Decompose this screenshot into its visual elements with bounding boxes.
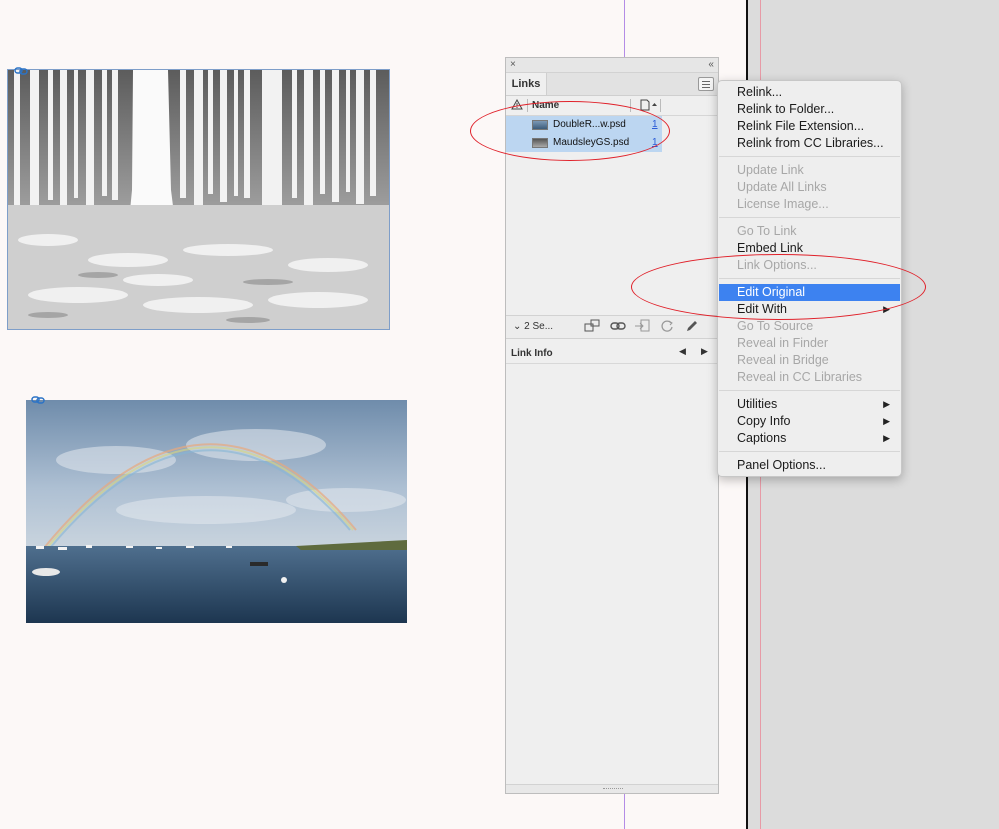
link-thumbnail [532,138,548,148]
link-file-name: DoubleR...w.psd [553,119,626,130]
menu-separator [719,156,900,157]
menu-separator [719,217,900,218]
submenu-arrow-icon: ▶ [883,433,890,443]
column-divider [630,99,631,112]
menu-separator [719,451,900,452]
menu-item-label: Update All Links [737,180,827,194]
link-page-number[interactable]: 1 [652,137,658,148]
menu-item-label: Reveal in Finder [737,336,829,350]
panel-title-bar: × ‹‹ [506,58,718,73]
menu-item-label: Update Link [737,163,804,177]
menu-item-label: Edit Original [737,285,806,299]
menu-item-relink-to-folder[interactable]: Relink to Folder... [719,101,900,118]
link-info-title: Link Info [511,348,553,359]
forest-image [8,70,389,329]
panel-tab-row: Links [506,73,718,96]
menu-item-captions[interactable]: Captions ▶ [719,430,900,447]
menu-item-label: License Image... [737,197,829,211]
menu-item-license-image: License Image... [719,196,900,213]
menu-item-label: Edit With [737,302,788,316]
menu-item-label: Reveal in CC Libraries [737,370,863,384]
panel-menu-icon[interactable] [698,77,714,91]
menu-item-relink-from-cc-libraries[interactable]: Relink from CC Libraries... [719,135,900,152]
menu-item-label: Relink... [737,85,783,99]
link-badge-icon[interactable] [14,66,28,76]
menu-item-update-all-links: Update All Links [719,179,900,196]
menu-item-label: Utilities [737,397,778,411]
panel-resize-handle[interactable] [506,784,718,793]
rainbow-image [26,400,407,623]
links-panel-context-menu: Relink... Relink to Folder... Relink Fil… [717,80,902,477]
next-link-icon[interactable]: ▶ [701,346,708,357]
menu-item-label: Relink from CC Libraries... [737,136,884,150]
edit-original-icon[interactable] [684,319,700,335]
previous-link-icon[interactable]: ◀ [679,346,686,357]
menu-item-reveal-in-bridge: Reveal in Bridge [719,352,900,369]
menu-item-go-to-source: Go To Source [719,318,900,335]
menu-item-edit-original[interactable]: Edit Original [719,284,900,301]
menu-item-embed-link[interactable]: Embed Link [719,240,900,257]
collapse-icon[interactable]: ‹‹ [708,58,714,72]
menu-item-edit-with[interactable]: Edit With ▶ [719,301,900,318]
menu-item-label: Go To Source [737,319,814,333]
page-column-icon[interactable] [640,99,658,114]
close-icon[interactable]: × [510,58,516,72]
link-info-header[interactable]: Link Info ◀ ▶ [506,343,718,364]
image-frame-forest[interactable] [7,69,390,330]
submenu-arrow-icon: ▶ [883,416,890,426]
link-file-name: MaudsleyGS.psd [553,137,630,148]
warning-icon[interactable] [511,98,523,113]
menu-item-label: Copy Info [737,414,791,428]
menu-item-label: Embed Link [737,241,804,255]
menu-item-copy-info[interactable]: Copy Info ▶ [719,413,900,430]
menu-item-utilities[interactable]: Utilities ▶ [719,396,900,413]
menu-separator [719,390,900,391]
menu-item-label: Captions [737,431,787,445]
selection-count-text: 2 Se... [524,321,554,332]
link-badge-icon[interactable] [31,395,45,405]
submenu-arrow-icon: ▶ [883,399,890,409]
column-divider [660,99,661,112]
menu-item-reveal-in-cc-libraries: Reveal in CC Libraries [719,369,900,386]
menu-item-label: Relink to Folder... [737,102,835,116]
link-row[interactable]: DoubleR...w.psd 1 [506,116,662,134]
menu-item-label: Relink File Extension... [737,119,865,133]
update-link-icon[interactable] [659,319,675,335]
menu-separator [719,278,900,279]
panel-footer-toolbar: ⌄ 2 Se... [506,315,718,339]
column-divider [527,99,528,112]
relink-icon[interactable] [610,319,626,335]
menu-item-go-to-link: Go To Link [719,223,900,240]
menu-item-update-link: Update Link [719,162,900,179]
link-row[interactable]: MaudsleyGS.psd 1 [506,134,662,152]
tab-links[interactable]: Links [506,73,547,95]
menu-item-relink[interactable]: Relink... [719,84,900,101]
column-name[interactable]: Name [532,100,559,111]
go-to-link-icon[interactable] [634,319,650,335]
relink-cc-icon[interactable] [584,319,600,335]
links-column-header: Name [506,96,718,116]
link-thumbnail [532,120,548,130]
menu-item-panel-options[interactable]: Panel Options... [719,457,900,474]
menu-item-relink-file-extension[interactable]: Relink File Extension... [719,118,900,135]
menu-item-link-options: Link Options... [719,257,900,274]
selection-count[interactable]: ⌄ 2 Se... [513,321,553,332]
menu-item-label: Panel Options... [737,458,826,472]
links-panel: × ‹‹ Links Name DoubleR...w.psd 1 Maudsl… [505,57,719,794]
menu-item-label: Link Options... [737,258,817,272]
link-page-number[interactable]: 1 [652,119,658,130]
menu-item-reveal-in-finder: Reveal in Finder [719,335,900,352]
menu-item-label: Reveal in Bridge [737,353,829,367]
menu-item-label: Go To Link [737,224,797,238]
submenu-arrow-icon: ▶ [883,304,890,314]
image-frame-rainbow[interactable] [26,400,407,623]
